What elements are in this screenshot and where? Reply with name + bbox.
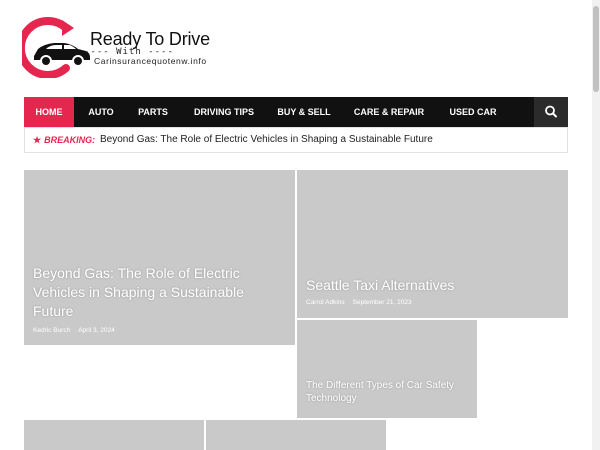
search-icon xyxy=(545,105,557,118)
nav-item-auto[interactable]: AUTO xyxy=(78,97,124,127)
post-author[interactable]: Carrol Adkins xyxy=(306,299,345,306)
page-scrollbar[interactable] xyxy=(592,0,600,450)
post-author[interactable]: Kedric Burch xyxy=(33,327,70,334)
nav-item-home[interactable]: HOME xyxy=(24,97,74,127)
nav-item-buy-sell[interactable]: BUY & SELL xyxy=(270,97,338,127)
nav-item-parts[interactable]: PARTS xyxy=(128,97,178,127)
post-date: April 3, 2024 xyxy=(78,327,115,334)
featured-post-right[interactable]: Seattle Taxi Alternatives Carrol Adkins S… xyxy=(297,170,568,318)
nav-item-driving-tips[interactable]: DRIVING TIPS xyxy=(182,97,266,127)
post-title[interactable]: The Different Types of Car Safety Techno… xyxy=(306,379,471,405)
featured-post-small[interactable]: The Different Types of Car Safety Techno… xyxy=(297,320,477,418)
nav-item-care-repair[interactable]: CARE & REPAIR xyxy=(344,97,434,127)
post-title[interactable]: Seattle Taxi Alternatives xyxy=(306,276,556,294)
nav-item-used-car[interactable]: USED CAR xyxy=(440,97,506,127)
breaking-news-bar: ★ BREAKING: Beyond Gas: The Role of Elect… xyxy=(24,127,568,153)
breaking-headline-link[interactable]: Beyond Gas: The Role of Electric Vehicle… xyxy=(100,128,433,152)
post-title[interactable]: Beyond Gas: The Role of Electric Vehicle… xyxy=(33,264,283,321)
post-card[interactable] xyxy=(206,420,386,450)
post-meta: Carrol Adkins September 21, 2023 xyxy=(306,299,412,306)
breaking-label: ★ BREAKING: xyxy=(33,128,95,152)
post-date: September 21, 2023 xyxy=(352,299,412,306)
site-logo[interactable]: Ready To Drive ---- With ---- Carinsuran… xyxy=(22,16,212,78)
star-icon: ★ xyxy=(33,135,42,145)
post-meta: Kedric Burch April 3, 2024 xyxy=(33,327,115,334)
logo-domain: Carinsurancequotenw.info xyxy=(94,56,207,66)
scrollbar-thumb[interactable] xyxy=(593,6,599,92)
featured-post-large[interactable]: Beyond Gas: The Role of Electric Vehicle… xyxy=(24,170,295,345)
breaking-label-text: BREAKING: xyxy=(44,135,96,145)
search-button[interactable] xyxy=(534,97,568,127)
main-navigation: HOME AUTO PARTS DRIVING TIPS BUY & SELL … xyxy=(24,97,568,127)
post-card[interactable] xyxy=(24,420,204,450)
